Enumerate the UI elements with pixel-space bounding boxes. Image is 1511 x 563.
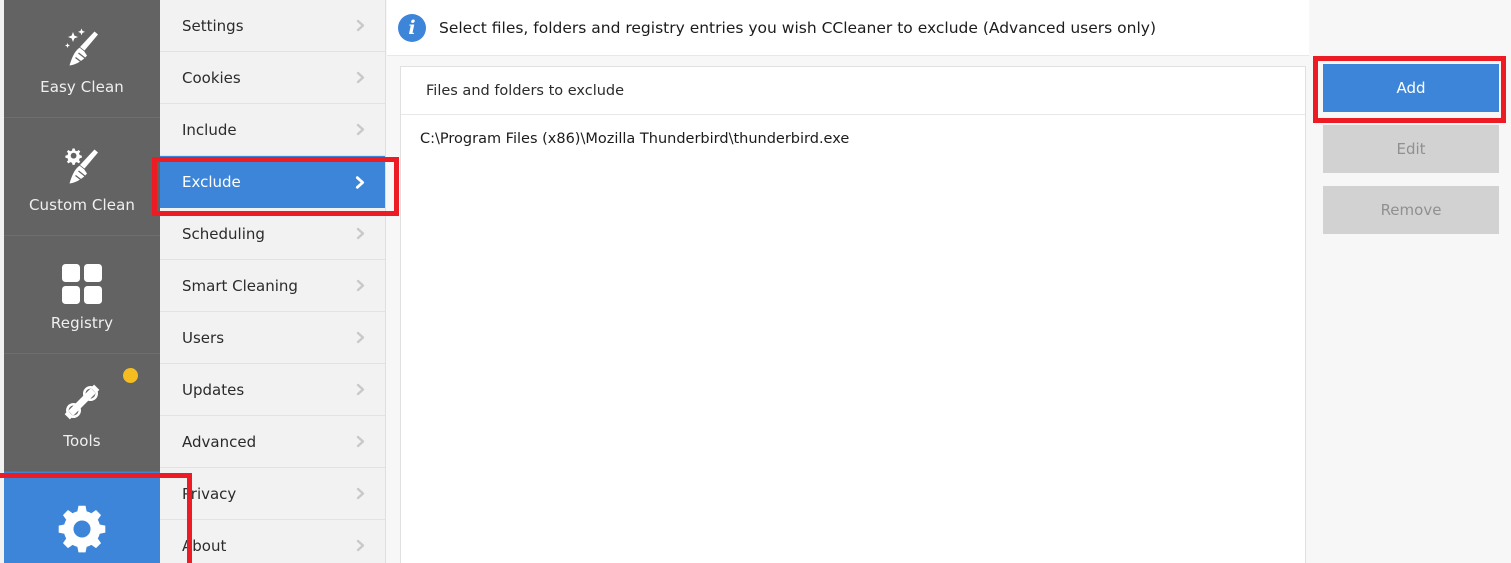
nav-item-label: Privacy (182, 484, 237, 503)
info-circle-icon: i (398, 13, 426, 42)
sidebar-item-tools[interactable]: Tools (4, 354, 160, 472)
sidebar-item-label: Easy Clean (40, 77, 124, 96)
exclusion-path: C:\Program Files (x86)\Mozilla Thunderbi… (420, 131, 850, 147)
sidebar-item-label: Tools (63, 431, 101, 450)
nav-item-label: Cookies (182, 68, 241, 87)
broom-sparkle-icon (56, 22, 108, 74)
nav-item-label: Scheduling (182, 224, 265, 243)
nav-item-about[interactable]: About (160, 520, 385, 563)
broom-gear-icon (56, 140, 108, 192)
column-header-files-and-folders: Files and folders to exclude (426, 82, 625, 99)
chevron-right-icon (353, 19, 367, 33)
nav-item-label: Advanced (182, 432, 257, 451)
chevron-right-icon (353, 487, 367, 501)
nav-item-label: Smart Cleaning (182, 276, 298, 295)
table-row[interactable]: C:\Program Files (x86)\Mozilla Thunderbi… (401, 124, 1305, 154)
nav-item-label: Updates (182, 380, 245, 399)
nav-item-label: Settings (182, 16, 244, 35)
nav-item-cookies[interactable]: Cookies (160, 52, 385, 104)
nav-item-label: Users (182, 328, 225, 347)
list-body: C:\Program Files (x86)\Mozilla Thunderbi… (401, 115, 1305, 154)
chevron-right-icon (353, 539, 367, 553)
chevron-right-icon (353, 435, 367, 449)
sidebar-item-label: Custom Clean (28, 195, 135, 214)
add-button[interactable]: Add (1323, 64, 1499, 112)
chevron-right-icon (353, 123, 367, 137)
chevron-right-icon (353, 331, 367, 345)
list-header-row: Files and folders to exclude (401, 67, 1305, 115)
chevron-right-icon (353, 279, 367, 293)
sidebar-item-registry[interactable]: Registry (4, 236, 160, 354)
nav-item-users[interactable]: Users (160, 312, 385, 364)
nav-item-label: About (182, 536, 227, 555)
sidebar-item-easy-clean[interactable]: Easy Clean (4, 0, 160, 118)
nav-item-scheduling[interactable]: Scheduling (160, 208, 385, 260)
registry-grid-icon (56, 258, 108, 310)
nav-item-exclude[interactable]: Exclude (160, 156, 385, 208)
primary-sidebar: Easy Clean Custom Clean Registry Tools (4, 0, 160, 563)
gear-icon (56, 503, 108, 555)
nav-item-updates[interactable]: Updates (160, 364, 385, 416)
sidebar-item-options[interactable] (4, 472, 160, 563)
sidebar-item-custom-clean[interactable]: Custom Clean (4, 118, 160, 236)
nav-item-advanced[interactable]: Advanced (160, 416, 385, 468)
nav-item-label: Exclude (182, 173, 241, 191)
wrench-icon (56, 376, 108, 428)
chevron-right-icon (353, 175, 367, 189)
remove-button: Remove (1323, 186, 1499, 234)
content-area: i Select files, folders and registry ent… (387, 0, 1511, 563)
nav-item-label: Include (182, 120, 237, 139)
nav-item-include[interactable]: Include (160, 104, 385, 156)
update-badge-dot (123, 368, 138, 383)
sidebar-item-label: Registry (50, 313, 114, 332)
chevron-right-icon (353, 227, 367, 241)
action-button-rail: Add Edit Remove (1309, 0, 1511, 563)
info-banner-text: Select files, folders and registry entri… (439, 18, 1157, 37)
chevron-right-icon (353, 383, 367, 397)
nav-item-privacy[interactable]: Privacy (160, 468, 385, 520)
edit-button: Edit (1323, 125, 1499, 173)
chevron-right-icon (353, 71, 367, 85)
ccleaner-window: Easy Clean Custom Clean Registry Tools S… (0, 0, 1511, 563)
exclusions-list-panel: Files and folders to exclude C:\Program … (400, 66, 1306, 563)
settings-nav-panel: Settings Cookies Include Exclude Schedul (160, 0, 386, 563)
nav-item-settings[interactable]: Settings (160, 0, 385, 52)
nav-item-smart-cleaning[interactable]: Smart Cleaning (160, 260, 385, 312)
